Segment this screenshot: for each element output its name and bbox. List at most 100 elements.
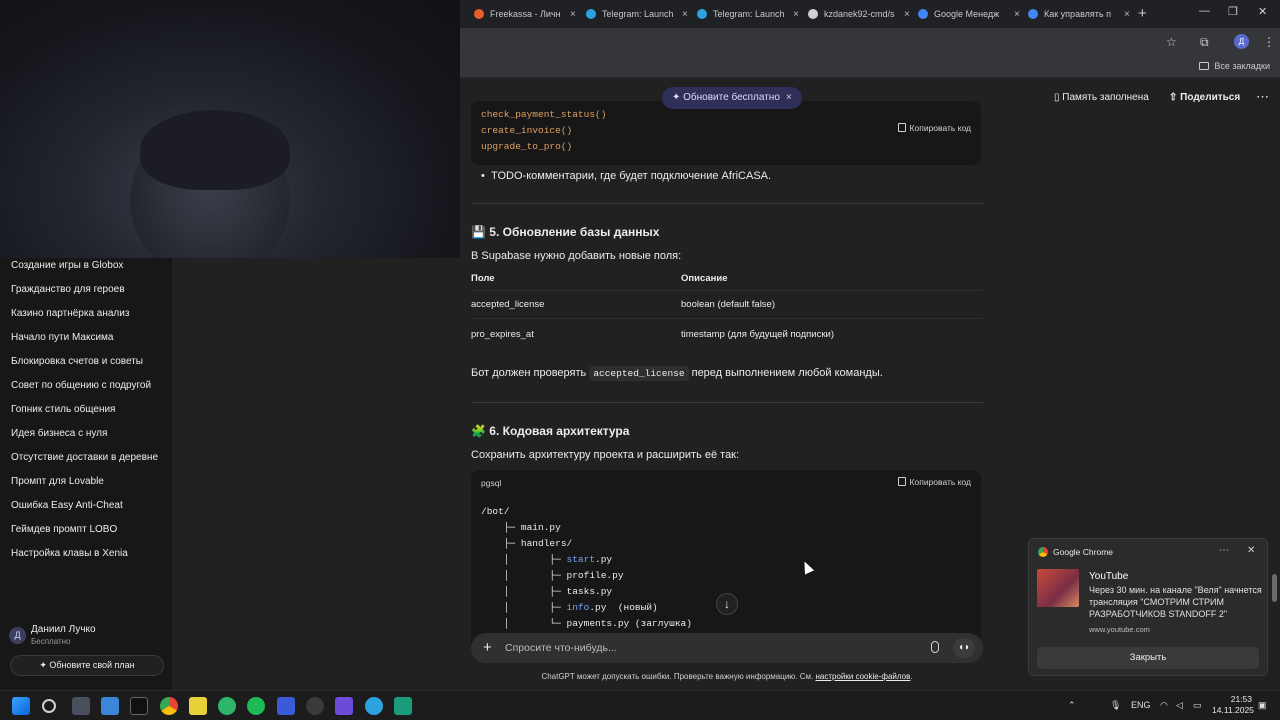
tab-close-icon[interactable]: × [682,9,688,20]
code-line: ├─ main.py [481,522,561,533]
explorer-icon[interactable] [101,697,119,715]
browser-menu-icon[interactable]: ⋮ [1263,35,1275,49]
chrome-taskbar-icon[interactable] [160,697,178,715]
memory-full-indicator[interactable]: ▯ Память заполнена [1054,92,1149,103]
code-language: pgsql [481,478,502,488]
chat-item[interactable]: Настройка клавы в Xenia [0,542,172,566]
all-bookmarks-label: Все закладки [1214,61,1270,71]
copy-code-button[interactable]: Копировать код [897,477,971,487]
chat-header: ✦ Обновите бесплатно × ▯ Память заполнена… [460,79,1280,117]
all-bookmarks-button[interactable]: Все закладки [1199,61,1270,71]
cookie-settings-link[interactable]: настройки cookie-файлов [815,672,910,681]
start-windows-icon[interactable] [12,697,30,715]
chat-item[interactable]: Начало пути Максима [0,326,172,350]
chat-item[interactable]: Гражданство для героев [0,278,172,302]
close-icon[interactable]: × [786,92,792,103]
terminal-icon[interactable] [130,697,148,715]
window-close-button[interactable]: ✕ [1258,5,1267,18]
attach-plus-icon[interactable]: + [483,639,492,656]
notification-close-icon[interactable]: ✕ [1247,545,1255,556]
clock[interactable]: 21:53 14.11.2025 [1212,694,1254,716]
microphone-icon[interactable] [931,641,939,653]
tab-close-icon[interactable]: × [570,9,576,20]
chart-app-icon[interactable] [277,697,295,715]
chat-item[interactable]: Идея бизнеса с нуля [0,422,172,446]
browser-tab[interactable]: Telegram: Launch × [586,4,688,24]
new-tab-button[interactable]: + [1138,5,1147,22]
notification-more-icon[interactable]: ⋯ [1219,545,1229,556]
paragraph: Сохранить архитектуру проекта и расширит… [471,449,740,461]
tab-title: Freekassa - Личн [490,9,561,19]
app-icon[interactable] [189,697,207,715]
composer: + ◖◗ [471,633,983,663]
spotify-icon[interactable] [247,697,265,715]
tab-close-icon[interactable]: × [1014,9,1020,20]
chat-item[interactable]: Казино партнёрка анализ [0,302,172,326]
chat-item[interactable]: Отсутствие доставки в деревне [0,446,172,470]
browser-tab[interactable]: Google Менедж × [918,4,1020,24]
telegram-icon[interactable] [365,697,383,715]
language-indicator[interactable]: ENG [1131,700,1151,710]
extensions-icon[interactable]: ⧉ [1200,35,1209,50]
prompt-input[interactable] [505,639,905,657]
notification-thumbnail [1037,569,1079,607]
bookmark-star-icon[interactable]: ☆ [1166,35,1177,49]
task-manager-icon[interactable] [72,697,90,715]
battery-icon[interactable]: ▭ [1193,700,1202,711]
disclaimer: ChatGPT может допускать ошибки. Проверьт… [541,672,913,681]
chat-item[interactable]: Блокировка счетов и советы [0,350,172,374]
copy-code-label: Копировать код [909,123,971,133]
tab-close-icon[interactable]: × [1124,9,1130,20]
tab-title: kzdanek92-cmd/s [824,9,895,19]
chat-item[interactable]: Геймдев промпт LOBO [0,518,172,542]
paragraph: В Supabase нужно добавить новые поля: [471,250,682,262]
clock-time: 21:53 [1230,694,1252,704]
upgrade-plan-button[interactable]: ✦ Обновите свой план [10,655,164,676]
app-icon[interactable] [335,697,353,715]
search-icon[interactable] [42,699,56,713]
code-line: create_invoice() [481,125,573,136]
tab-favicon-icon [586,9,596,19]
app-icon[interactable] [306,697,324,715]
browser-tab[interactable]: Telegram: Launch × [697,4,799,24]
copy-code-button[interactable]: Копировать код [897,123,971,133]
browser-tab[interactable]: Freekassa - Личн × [474,4,576,24]
mic-tray-icon[interactable]: 🎙 [1110,700,1121,711]
scroll-down-button[interactable]: ↓ [716,593,738,615]
tab-close-icon[interactable]: × [793,9,799,20]
tab-favicon-icon [697,9,707,19]
taskbar: ⌃ 🎙 ENG ◠ ◁ ▭ 21:53 14.11.2025 ▣ [0,690,1280,720]
chat-item[interactable]: Совет по общению с подругой [0,374,172,398]
tab-close-icon[interactable]: × [904,9,910,20]
tab-title: Telegram: Launch [602,9,674,19]
tray-overflow-icon[interactable]: ⌃ [1068,700,1076,711]
profile-avatar[interactable]: Д [1234,34,1249,49]
wifi-icon[interactable]: ◠ [1160,700,1168,711]
paragraph: Бот должен проверять accepted_license пе… [471,366,883,381]
share-label: Поделиться [1180,92,1241,103]
webcam-person-hair [140,110,290,190]
voice-mode-button[interactable]: ◖◗ [953,638,975,658]
browser-tab[interactable]: kzdanek92-cmd/s × [808,4,910,24]
browser-tab[interactable]: Как управлять п × [1028,4,1130,24]
notification-site: www.youtube.com [1089,625,1150,634]
tab-title: Telegram: Launch [713,9,785,19]
share-button[interactable]: ⇧ Поделиться [1169,92,1240,103]
table-divider [471,318,983,319]
chat-item[interactable]: Промпт для Lovable [0,470,172,494]
upgrade-free-button[interactable]: ✦ Обновите бесплатно × [662,87,802,109]
code-line: upgrade_to_pro() [481,141,573,152]
minimize-button[interactable]: — [1199,5,1210,17]
notification-close-button[interactable]: Закрыть [1037,647,1259,669]
more-options-icon[interactable]: ⋯ [1256,89,1269,105]
chat-item[interactable]: Гопник стиль общения [0,398,172,422]
app-icon[interactable] [218,697,236,715]
user-menu[interactable]: Д Даниил Лучко Бесплатно [8,622,168,650]
chat-item[interactable]: Ошибка Easy Anti-Cheat [0,494,172,518]
volume-icon[interactable]: ◁ [1176,700,1183,711]
upgrade-plan-label: Обновите свой план [49,660,135,670]
maximize-button[interactable]: ❐ [1228,5,1238,18]
notification-bell-icon[interactable]: ▣ [1258,700,1267,711]
code-editor-icon[interactable] [394,697,412,715]
scrollbar-thumb[interactable] [1272,574,1277,602]
